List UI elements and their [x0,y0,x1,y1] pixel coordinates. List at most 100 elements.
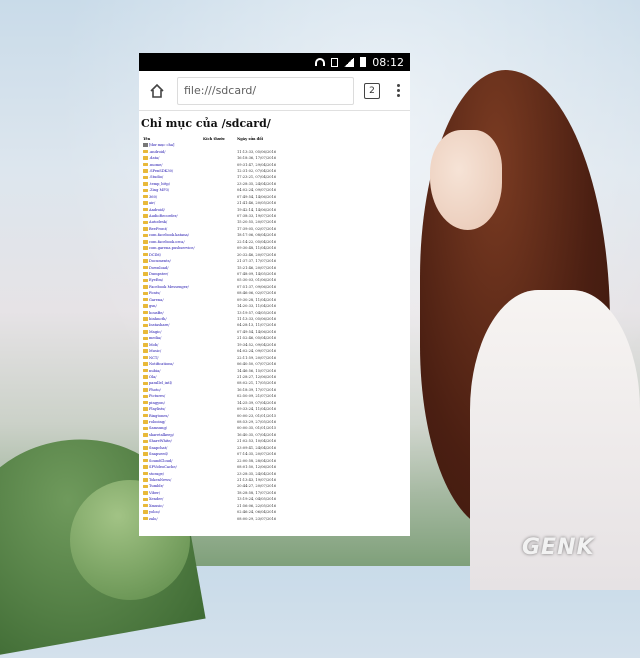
folder-link[interactable]: .Studio/ [149,175,163,179]
url-bar[interactable]: file:///sdcard/ [177,76,354,105]
folder-link[interactable]: .SPenSDK30/ [149,169,173,173]
watermark-logo: GENK [522,535,595,560]
folder-link[interactable]: sharetalkeep/ [149,433,174,437]
folder-link[interactable]: com.facebook.orca/ [149,240,185,244]
folder-link[interactable]: Snapseed/ [149,452,168,456]
folder-icon [143,156,148,160]
folder-icon [143,388,148,392]
folder-link[interactable]: Music/ [149,349,161,353]
folder-link[interactable]: SPVideoCache/ [149,465,177,469]
folder-link[interactable]: air/ [149,201,155,205]
folder-icon [143,220,148,225]
folder-link[interactable]: hinhnoth/ [149,317,167,321]
folder-link[interactable]: 360/ [149,195,157,199]
status-time: 08:12 [372,55,404,69]
folder-link[interactable]: NCT/ [149,356,159,360]
folder-icon [143,149,148,154]
tabs-icon[interactable]: 2 [364,82,380,99]
folder-link[interactable]: Photo/ [149,388,161,392]
folder-icon [143,426,148,431]
folder-link[interactable]: Dumpster/ [149,272,168,276]
folder-icon [143,491,148,495]
wifi-icon [315,58,326,66]
folder-link[interactable]: nubia/ [149,369,160,373]
folder-link[interactable]: Ringtones/ [149,414,169,418]
folder-icon [143,478,148,482]
folder-link[interactable]: Playlists/ [149,407,165,411]
folder-link[interactable]: parallel_intl/ [149,381,172,385]
folder-link[interactable]: Autodesk/ [149,220,167,224]
folder-link[interactable]: Mob/ [149,343,158,347]
folder-icon [143,188,148,193]
folder-link[interactable]: pingyon/ [149,401,165,405]
table-row: zalo/08:00:29, 23/07/2016 [141,515,299,521]
folder-icon [143,439,148,444]
folder-icon [143,433,148,437]
folder-link[interactable]: SoundCloud/ [149,459,172,463]
folder-icon [143,407,148,411]
folder-link[interactable]: .temp_http/ [149,182,170,186]
folder-link[interactable]: Notifications/ [149,362,174,366]
folder-link[interactable]: Instashare/ [149,323,170,327]
folder-link[interactable]: rolooing/ [149,420,165,424]
folder-link[interactable]: Facebook Messenger/ [149,285,189,289]
parent-folder-icon [143,143,148,148]
date-cell: 08:00:29, 23/07/2016 [237,516,277,521]
folder-link[interactable]: zalo/ [149,517,158,521]
folder-link[interactable]: .android/ [149,150,165,154]
folder-link[interactable]: Viber/ [149,491,160,495]
folder-link[interactable]: Snapchat/ [149,446,167,450]
folder-link[interactable]: AudioRecorder/ [149,214,178,218]
battery-icon [360,57,367,67]
folder-icon [143,291,148,296]
folder-link[interactable]: gsn/ [149,304,157,308]
folder-link[interactable]: Magic/ [149,330,162,334]
browser-toolbar: file:///sdcard/ 2 [139,71,410,111]
folder-icon [143,497,148,502]
folder-icon [143,227,148,231]
folder-link[interactable]: TokenNews/ [149,478,171,482]
folder-icon [143,413,148,418]
folder-link[interactable]: .data/ [149,156,159,160]
folder-link[interactable]: Android/ [149,208,165,212]
overflow-menu-icon[interactable] [392,84,404,97]
folder-link[interactable]: Samsung/ [149,426,167,430]
folder-icon [143,310,148,315]
folder-link[interactable]: storage/ [149,472,164,476]
folder-icon [143,343,148,347]
folder-link[interactable]: Xmusic/ [149,504,164,508]
page-title: Chỉ mục của /sdcard/ [141,117,271,130]
folder-link[interactable]: EyeEm/ [149,278,163,282]
folder-link[interactable]: com.garena.pushservice/ [149,246,195,250]
folder-link[interactable]: com.facebook.katana/ [149,233,189,237]
folder-link[interactable]: Fonts/ [149,291,160,295]
folder-link[interactable]: ShareWhite/ [149,439,172,443]
background-person [410,60,640,590]
directory-table: Tên Kích thước Ngày sửa đổi [thư mục cha… [141,136,299,522]
folder-icon [143,285,148,289]
folder-link[interactable]: .Zing MP3/ [149,188,169,192]
folder-link[interactable]: BeeFront/ [149,227,167,231]
home-button[interactable] [145,79,169,103]
folder-link[interactable]: DCIM/ [149,253,161,257]
folder-icon [143,297,148,302]
folder-link[interactable]: Xender/ [149,497,163,501]
folder-link[interactable]: yoloo/ [149,510,160,514]
folder-link[interactable]: .mome/ [149,163,162,167]
folder-link[interactable]: Pictures/ [149,394,165,398]
folder-icon [143,169,148,173]
folder-link[interactable]: Documents/ [149,259,171,263]
folder-link[interactable]: Tumblr/ [149,484,164,488]
folder-link[interactable]: Ola/ [149,375,156,379]
folder-link[interactable]: Download/ [149,266,168,270]
folder-icon [143,336,148,341]
parent-link[interactable]: [thư mục cha] [149,143,174,147]
folder-link[interactable]: housBe/ [149,311,164,315]
folder-icon [143,323,148,328]
folder-icon [143,446,148,450]
folder-link[interactable]: media/ [149,336,161,340]
folder-icon [143,420,148,424]
sim-icon [331,57,339,67]
folder-link[interactable]: Garena/ [149,298,164,302]
folder-icon [143,259,148,263]
